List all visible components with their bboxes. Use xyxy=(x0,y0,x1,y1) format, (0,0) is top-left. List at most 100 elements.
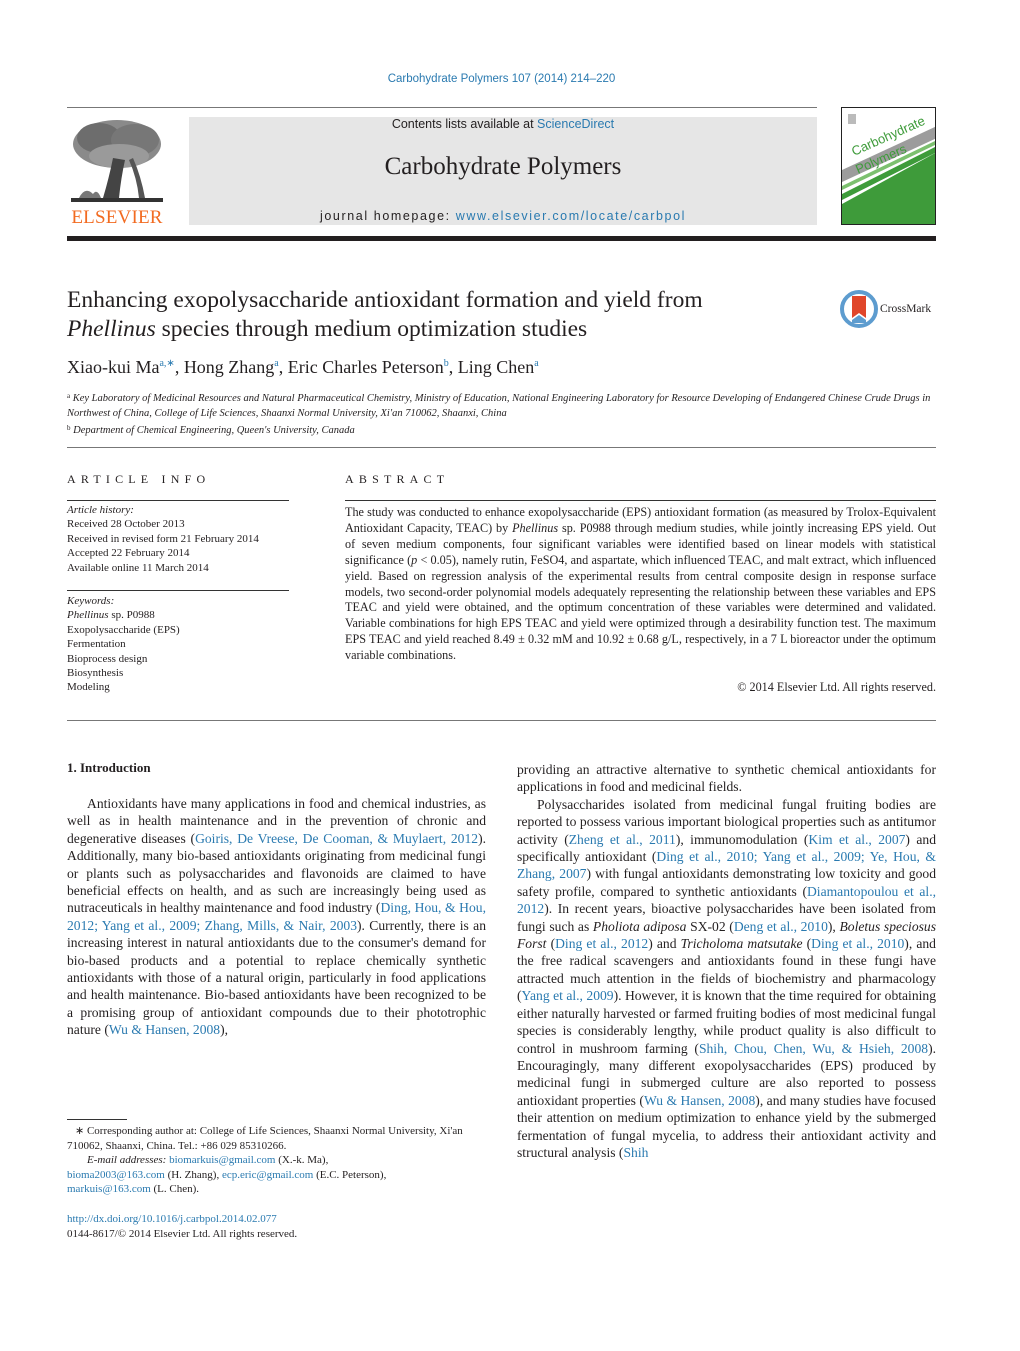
author-name: Hong Zhang xyxy=(183,357,275,377)
citation-link[interactable]: Wu & Hansen, 2008 xyxy=(109,1022,220,1037)
abstract-part: < 0.05), namely rutin, FeSO4, and aspart… xyxy=(345,552,936,663)
title-line-2: species through medium optimization stud… xyxy=(155,316,588,342)
citation-link[interactable]: Goiris, De Vreese, De Cooman, & Muylaert… xyxy=(195,831,478,846)
journal-name: Carbohydrate Polymers xyxy=(384,153,622,180)
keyword-item: Fermentation xyxy=(67,638,126,651)
journal-cover-thumbnail[interactable]: Carbohydrate Polymers xyxy=(841,107,936,225)
email-link[interactable]: bioma2003@163.com xyxy=(67,1169,165,1181)
citation-link[interactable]: Ding et al., 2010 xyxy=(811,936,904,951)
history-item: Available online 11 March 2014 xyxy=(67,561,209,574)
keyword-item: Biosynthesis xyxy=(67,667,124,680)
author-separator: , xyxy=(174,357,184,377)
abstract-italic: Phellinus xyxy=(512,520,559,535)
email-link[interactable]: biomarkuis@gmail.com xyxy=(169,1154,275,1166)
doi-block: http://dx.doi.org/10.1016/j.carbpol.2014… xyxy=(67,1212,487,1241)
citation-link[interactable]: Yang et al., 2009 xyxy=(522,988,614,1003)
intro-continuation: providing an attractive alternative to s… xyxy=(517,762,936,795)
crossmark-label: CrossMark xyxy=(880,303,932,315)
citation-link[interactable]: Zheng et al., 2011 xyxy=(569,832,676,847)
keyword-rest: sp. P0988 xyxy=(108,609,155,622)
section-heading: 1. Introduction xyxy=(67,760,151,775)
affiliation: b Department of Chemical Engineering, Qu… xyxy=(67,421,947,439)
text-run: ), xyxy=(220,1022,229,1038)
corresponding-text: ∗ Corresponding author at: College of Li… xyxy=(67,1125,463,1152)
text-run: ( xyxy=(546,936,556,952)
divider xyxy=(67,720,936,721)
affiliations: a Key Laboratory of Medicinal Resources … xyxy=(67,389,947,439)
keyword-item: Exopolysaccharide (EPS) xyxy=(67,623,180,636)
title-line-1: Enhancing exopolysaccharide antioxidant … xyxy=(67,287,703,313)
journal-reference-link[interactable]: Carbohydrate Polymers 107 (2014) 214–220 xyxy=(0,73,1003,85)
author-list: Xiao-kui Maa,∗, Hong Zhang a, Eric Charle… xyxy=(67,357,539,378)
text-run: SX-02 ( xyxy=(686,918,734,934)
citation-link[interactable]: Wu & Hansen, 2008 xyxy=(644,1093,755,1108)
footnotes: ∗ Corresponding author at: College of Li… xyxy=(67,1124,487,1197)
intro-paragraph-right: Polysaccharides isolated from medicinal … xyxy=(517,796,936,1162)
email-owner: (H. Zhang), xyxy=(164,1168,222,1181)
article-info-heading: ARTICLE INFO xyxy=(67,472,211,486)
author-separator: , xyxy=(278,357,288,377)
author-affiliation-mark[interactable]: a xyxy=(534,358,538,369)
author-name: Ling Chen xyxy=(457,357,535,377)
contents-prefix: Contents lists available at xyxy=(391,117,538,131)
elsevier-wordmark: ELSEVIER xyxy=(71,207,163,228)
citation-link[interactable]: Ding et al., 2012 xyxy=(555,936,648,951)
contents-line: Contents lists available at ScienceDirec… xyxy=(189,117,817,131)
elsevier-logo[interactable]: ELSEVIER xyxy=(67,116,167,228)
journal-homepage-link[interactable]: www.elsevier.com/locate/carbpol xyxy=(456,209,686,223)
issn-line: 0144-8617/© 2014 Elsevier Ltd. All right… xyxy=(67,1227,298,1240)
crossmark-badge[interactable]: CrossMark xyxy=(840,290,940,330)
text-run: ), immunomodulation ( xyxy=(675,831,809,847)
history-item: Received 28 October 2013 xyxy=(67,518,185,531)
title-genus: Phellinus xyxy=(67,316,156,342)
text-run: ( xyxy=(802,936,812,952)
text-run: ), xyxy=(827,918,840,934)
species-name: Pholiota adiposa xyxy=(592,918,687,934)
crossmark-icon xyxy=(840,290,878,328)
homepage-prefix: journal homepage: xyxy=(319,209,456,223)
homepage-line: journal homepage: www.elsevier.com/locat… xyxy=(189,209,817,223)
keywords-label: Keywords: xyxy=(67,595,115,607)
history-item: Received in revised form 21 February 201… xyxy=(67,532,259,545)
author-affiliation-mark[interactable]: a,∗ xyxy=(159,358,174,369)
email-owner: (X.-k. Ma), xyxy=(275,1154,329,1166)
author-name: Eric Charles Peterson xyxy=(287,357,444,377)
keyword-genus: Phellinus xyxy=(67,609,109,622)
intro-paragraph-left: Antioxidants have many applications in f… xyxy=(67,795,486,1039)
corresponding-author-note: ∗ Corresponding author at: College of Li… xyxy=(67,1124,487,1153)
citation-link[interactable]: Deng et al., 2010 xyxy=(734,919,828,934)
history-item: Accepted 22 February 2014 xyxy=(67,547,190,560)
footnote-divider xyxy=(67,1119,127,1120)
keyword-item: Modeling xyxy=(67,681,110,694)
header-divider xyxy=(67,236,936,241)
affiliation-text: Department of Chemical Engineering, Quee… xyxy=(70,425,355,437)
citation-link[interactable]: Kim et al., 2007 xyxy=(808,832,905,847)
journal-cover-art: Carbohydrate Polymers xyxy=(842,113,935,224)
text-run: ). Currently, there is an increasing int… xyxy=(67,917,486,1038)
divider xyxy=(345,500,936,501)
citation-link[interactable]: Shih xyxy=(623,1145,648,1160)
email-label: E-mail addresses: xyxy=(87,1154,170,1166)
doi-link[interactable]: http://dx.doi.org/10.1016/j.carbpol.2014… xyxy=(67,1213,277,1225)
divider xyxy=(67,447,936,448)
copyright-notice: © 2014 Elsevier Ltd. All rights reserved… xyxy=(737,680,936,694)
divider xyxy=(67,107,817,108)
abstract-heading: ABSTRACT xyxy=(345,472,450,486)
author-separator: , xyxy=(448,357,458,377)
keywords: Keywords: Phellinus sp. P0988 Exopolysac… xyxy=(67,594,297,695)
email-owner: (E.C. Peterson), xyxy=(313,1168,387,1181)
email-link[interactable]: ecp.eric@gmail.com xyxy=(222,1169,313,1181)
article-history: Article history: Received 28 October 201… xyxy=(67,503,297,575)
author-name: Xiao-kui Ma xyxy=(67,357,160,377)
history-label: Article history: xyxy=(67,504,134,516)
text-run: ) and xyxy=(648,936,681,952)
affiliation-text: Key Laboratory of Medicinal Resources an… xyxy=(67,393,931,419)
keyword-item: Phellinus sp. P0988 xyxy=(67,608,297,622)
citation-link[interactable]: Shih, Chou, Chen, Wu, & Hsieh, 2008 xyxy=(699,1041,928,1056)
divider xyxy=(67,500,289,501)
email-link[interactable]: markuis@163.com xyxy=(67,1183,151,1195)
affiliation: a Key Laboratory of Medicinal Resources … xyxy=(67,389,947,421)
email-addresses: E-mail addresses: biomarkuis@gmail.com (… xyxy=(67,1153,487,1197)
email-owner: (L. Chen). xyxy=(150,1183,200,1195)
sciencedirect-link[interactable]: ScienceDirect xyxy=(537,117,614,131)
